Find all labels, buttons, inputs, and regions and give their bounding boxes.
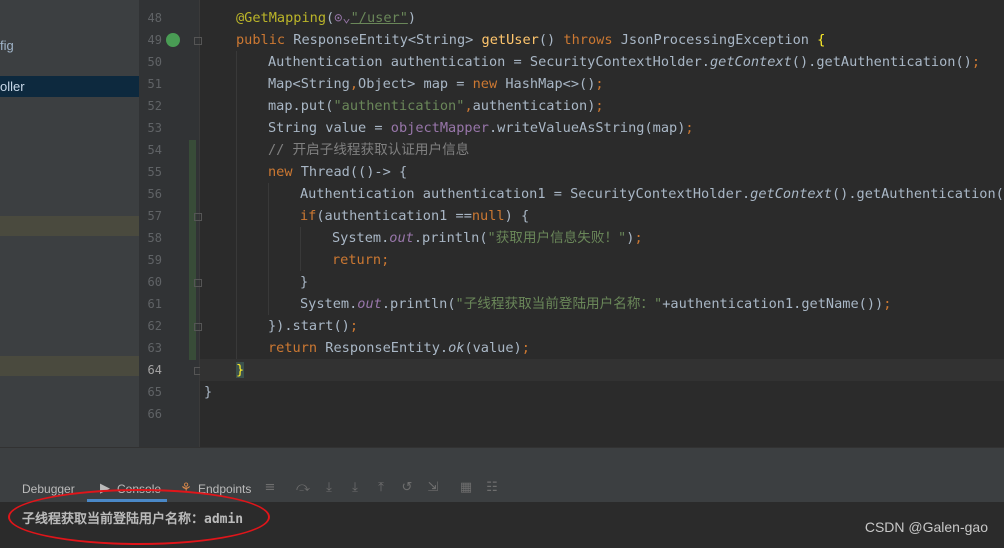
fold-marker-icon[interactable]: [194, 279, 202, 287]
code-line[interactable]: return;: [332, 249, 389, 271]
menu-icon[interactable]: ≡: [263, 481, 277, 495]
code-line[interactable]: System.out.println("获取用户信息失败！");: [332, 227, 643, 249]
code-line[interactable]: }: [204, 381, 212, 403]
line-number: 55: [147, 165, 162, 179]
code-line[interactable]: }: [236, 359, 245, 381]
line-number-current: 64: [147, 363, 162, 377]
line-number: 63: [147, 341, 162, 355]
project-highlight-row: [0, 216, 139, 236]
project-item-controller[interactable]: oller: [0, 79, 25, 94]
line-number: 60: [147, 275, 162, 289]
code-line[interactable]: public ResponseEntity<String> getUser() …: [236, 29, 825, 51]
line-number: 66: [147, 407, 162, 421]
watermark: CSDN @Galen-gao: [864, 519, 988, 535]
code-line[interactable]: Authentication authentication1 = Securit…: [300, 183, 1004, 205]
line-number: 59: [147, 253, 162, 267]
line-number: 65: [147, 385, 162, 399]
code-line[interactable]: String value = objectMapper.writeValueAs…: [268, 117, 694, 139]
line-number: 48: [147, 11, 162, 25]
code-line[interactable]: Authentication authentication = Security…: [268, 51, 980, 73]
indent-guide: [236, 51, 237, 359]
run-to-cursor-icon[interactable]: ⇲: [426, 481, 440, 495]
project-panel: fig oller: [0, 0, 139, 447]
force-step-into-icon[interactable]: ⤓: [348, 481, 362, 495]
fold-marker-icon[interactable]: [194, 323, 202, 331]
code-line[interactable]: }: [300, 271, 308, 293]
evaluate-icon[interactable]: ▦: [459, 481, 473, 495]
line-number: 56: [147, 187, 162, 201]
panel-splitter[interactable]: [0, 447, 1004, 474]
run-gutter-icon[interactable]: [166, 33, 180, 47]
code-line[interactable]: }).start();: [268, 315, 358, 337]
project-item-config[interactable]: fig: [0, 38, 14, 53]
drop-frame-icon[interactable]: ↺: [400, 481, 414, 495]
line-number: 53: [147, 121, 162, 135]
line-number: 57: [147, 209, 162, 223]
code-comment[interactable]: // 开启子线程获取认证用户信息: [268, 139, 469, 161]
line-number: 50: [147, 55, 162, 69]
code-line[interactable]: if(authentication1 ==null) {: [300, 205, 529, 227]
code-line[interactable]: map.put("authentication",authentication)…: [268, 95, 604, 117]
project-highlight-row: [0, 356, 139, 376]
indent-guide: [268, 183, 269, 315]
line-number: 51: [147, 77, 162, 91]
line-number: 52: [147, 99, 162, 113]
line-number: 54: [147, 143, 162, 157]
code-line[interactable]: new Thread(()-> {: [268, 161, 407, 183]
highlight-ellipse: [8, 489, 270, 545]
code-line[interactable]: return ResponseEntity.ok(value);: [268, 337, 530, 359]
line-number: 62: [147, 319, 162, 333]
fold-marker-icon[interactable]: [194, 37, 202, 45]
step-into-icon[interactable]: ⤓: [322, 481, 336, 495]
indent-guide: [300, 227, 301, 271]
code-line[interactable]: @GetMapping(⊙⌄"/user"): [236, 7, 416, 29]
fold-marker-icon[interactable]: [194, 213, 202, 221]
code-line[interactable]: System.out.println("子线程获取当前登陆用户名称："+auth…: [300, 293, 891, 315]
line-number: 61: [147, 297, 162, 311]
step-out-icon[interactable]: ⤒: [374, 481, 388, 495]
trace-icon[interactable]: ☷: [485, 481, 499, 495]
code-line[interactable]: Map<String,Object> map = new HashMap<>()…: [268, 73, 604, 95]
line-number: 49: [147, 33, 162, 47]
step-over-icon[interactable]: ⤼: [296, 481, 310, 495]
caret-row-highlight: [200, 359, 1004, 381]
line-number: 58: [147, 231, 162, 245]
